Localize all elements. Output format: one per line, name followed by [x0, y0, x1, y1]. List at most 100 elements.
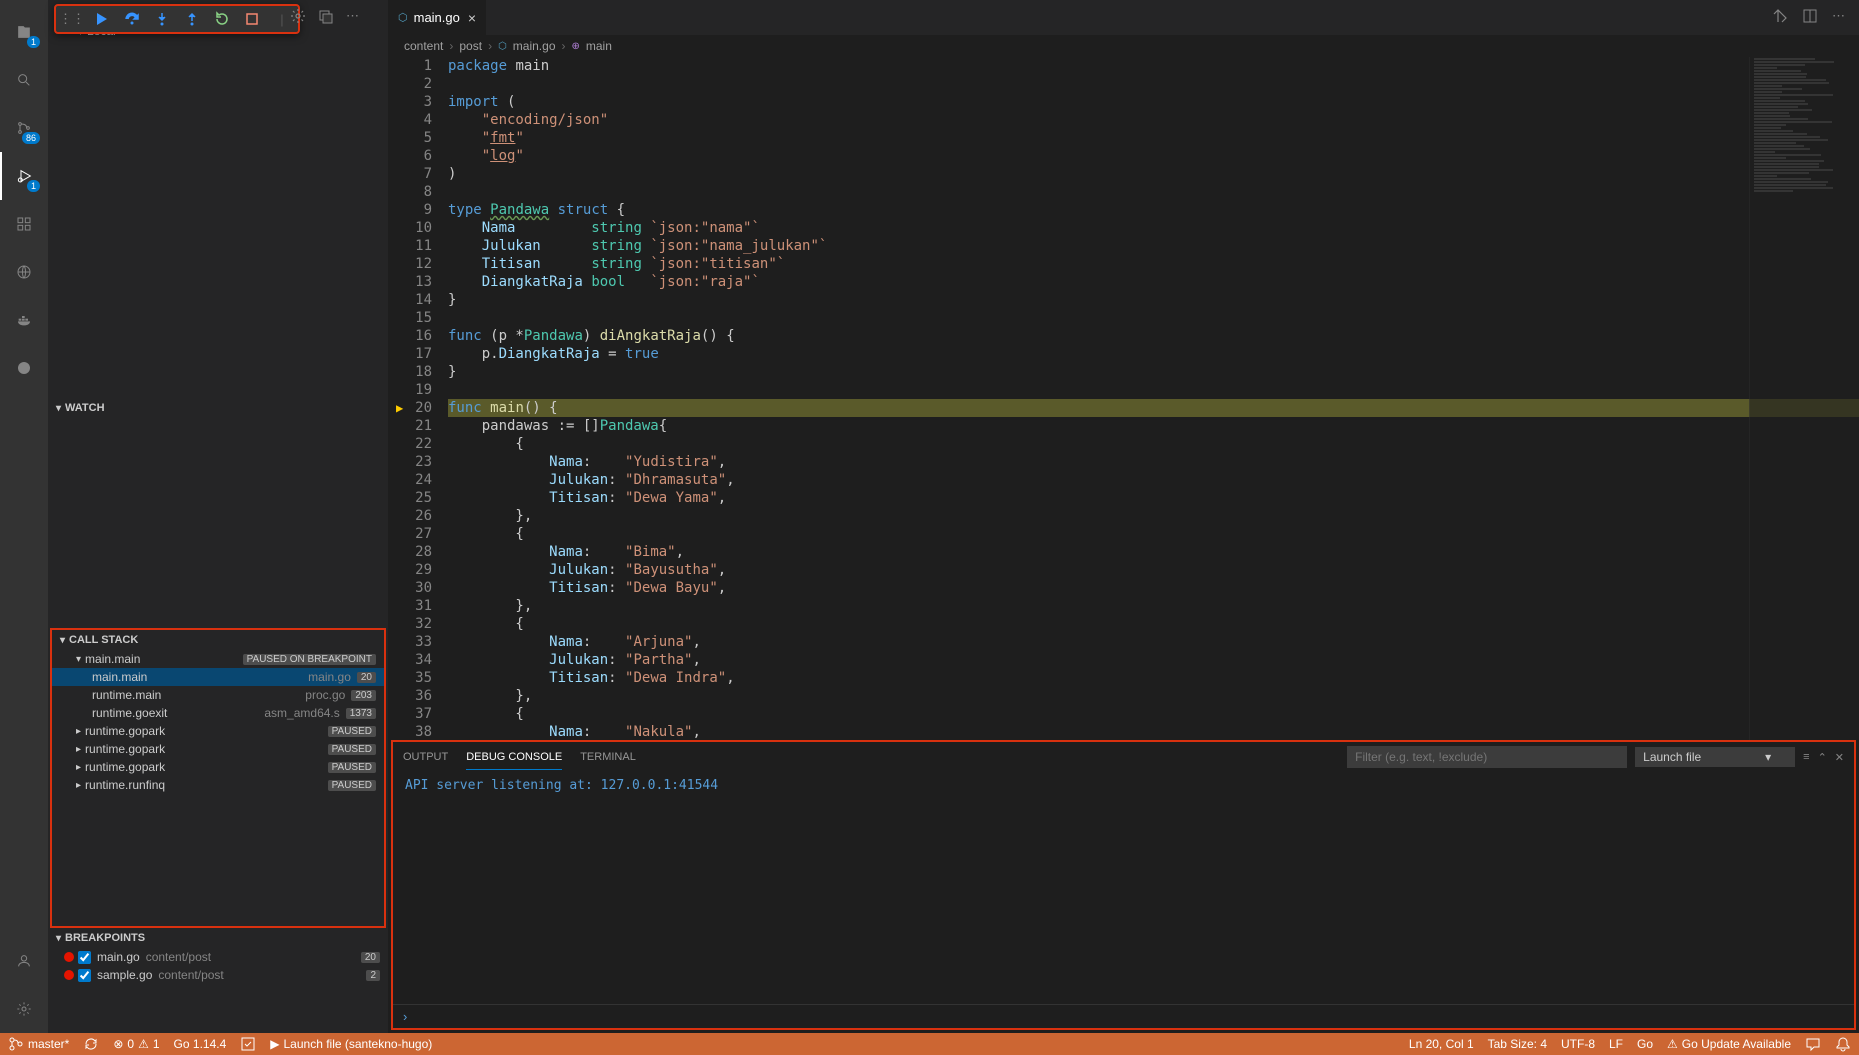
tab-debug-console[interactable]: DEBUG CONSOLE [466, 745, 562, 770]
callstack-frame[interactable]: runtime.goexitasm_amd64.s1373 [52, 704, 384, 722]
settings-icon[interactable] [0, 985, 48, 1033]
remote-icon[interactable] [0, 248, 48, 296]
code-line[interactable]: Titisan: "Dewa Bayu", [448, 579, 1859, 597]
code-line[interactable]: Titisan: "Dewa Indra", [448, 669, 1859, 687]
step-into-button[interactable] [152, 9, 172, 29]
code-line[interactable]: Nama: "Yudistira", [448, 453, 1859, 471]
code-line[interactable]: ) [448, 165, 1859, 183]
code-line[interactable] [448, 309, 1859, 327]
code-line[interactable]: "fmt" [448, 129, 1859, 147]
code-line[interactable]: Julukan string `json:"nama_julukan"` [448, 237, 1859, 255]
callstack-frame[interactable]: runtime.mainproc.go203 [52, 686, 384, 704]
breadcrumb-content[interactable]: content [404, 39, 443, 53]
panel-maximize-icon[interactable]: ⌃ [1818, 751, 1827, 764]
stop-button[interactable] [242, 9, 262, 29]
minimap[interactable] [1749, 57, 1859, 740]
step-over-button[interactable] [122, 9, 142, 29]
code-line[interactable]: } [448, 363, 1859, 381]
code-line[interactable] [448, 381, 1859, 399]
watch-section-header[interactable]: ▾WATCH [48, 398, 388, 418]
extensions-icon[interactable] [0, 200, 48, 248]
source-control-icon[interactable]: 86 [0, 104, 48, 152]
code-line[interactable]: Nama: "Nakula", [448, 723, 1859, 740]
callstack-thread[interactable]: ▾ main.main PAUSED ON BREAKPOINT [52, 650, 384, 668]
launch-select[interactable]: Launch file ▾ [1635, 747, 1795, 767]
code-line[interactable]: }, [448, 507, 1859, 525]
code-line[interactable]: Nama: "Bima", [448, 543, 1859, 561]
breadcrumb-file[interactable]: main.go [513, 39, 556, 53]
code-line[interactable] [448, 75, 1859, 93]
docker-icon[interactable] [0, 296, 48, 344]
code-line[interactable]: "log" [448, 147, 1859, 165]
feedback-icon[interactable] [1805, 1036, 1821, 1052]
language-status[interactable]: Go [1637, 1036, 1653, 1052]
code-line[interactable]: func (p *Pandawa) diAngkatRaja() { [448, 327, 1859, 345]
code-line[interactable]: func main() { [448, 399, 1859, 417]
split-editor-icon[interactable] [1802, 8, 1818, 27]
breakpoint-checkbox[interactable] [78, 969, 91, 982]
debug-icon[interactable]: 1 [0, 152, 48, 200]
callstack-thread-collapsed[interactable]: ▸runtime.goparkPAUSED [52, 758, 384, 776]
panel-close-icon[interactable]: ✕ [1835, 751, 1844, 764]
debug-console-input[interactable]: › [393, 1004, 1854, 1028]
panel-filter-icon[interactable]: ≡ [1803, 751, 1809, 763]
code-line[interactable]: }, [448, 687, 1859, 705]
account-icon[interactable] [0, 937, 48, 985]
code-line[interactable]: { [448, 435, 1859, 453]
code-line[interactable]: Titisan: "Dewa Yama", [448, 489, 1859, 507]
problems-status[interactable]: ⊗ 0 ⚠ 1 [113, 1037, 159, 1051]
breadcrumb-post[interactable]: post [459, 39, 482, 53]
continue-button[interactable] [92, 9, 112, 29]
filter-input[interactable] [1347, 746, 1627, 768]
spotify-icon[interactable] [0, 344, 48, 392]
code-line[interactable]: { [448, 615, 1859, 633]
eol-status[interactable]: LF [1609, 1036, 1623, 1052]
tab-output[interactable]: OUTPUT [403, 745, 448, 769]
code-line[interactable]: p.DiangkatRaja = true [448, 345, 1859, 363]
code-line[interactable]: package main [448, 57, 1859, 75]
sync-status[interactable] [83, 1036, 99, 1052]
code-line[interactable]: DiangkatRaja bool `json:"raja"` [448, 273, 1859, 291]
more-actions-icon[interactable]: ⋯ [1832, 8, 1845, 27]
encoding-status[interactable]: UTF-8 [1561, 1036, 1595, 1052]
search-icon[interactable] [0, 56, 48, 104]
code-line[interactable]: { [448, 525, 1859, 543]
callstack-frame[interactable]: main.mainmain.go20 [52, 668, 384, 686]
code-line[interactable]: Julukan: "Dhramasuta", [448, 471, 1859, 489]
step-out-button[interactable] [182, 9, 202, 29]
callstack-section-header[interactable]: ▾CALL STACK [52, 630, 384, 650]
code-editor[interactable]: 12345678910111213141516171819▶2021222324… [388, 57, 1859, 740]
code-line[interactable] [448, 183, 1859, 201]
tab-terminal[interactable]: TERMINAL [580, 745, 636, 769]
notifications-icon[interactable] [1835, 1036, 1851, 1052]
toolbar-grip-icon[interactable]: ⋮⋮ [62, 9, 82, 29]
more-icon[interactable]: ⋯ [346, 8, 359, 27]
tab-size-status[interactable]: Tab Size: 4 [1488, 1036, 1547, 1052]
code-line[interactable]: type Pandawa struct { [448, 201, 1859, 219]
code-line[interactable]: Nama: "Arjuna", [448, 633, 1859, 651]
code-line[interactable]: Julukan: "Bayusutha", [448, 561, 1859, 579]
callstack-thread-collapsed[interactable]: ▸runtime.goparkPAUSED [52, 722, 384, 740]
code-line[interactable]: } [448, 291, 1859, 309]
callstack-thread-collapsed[interactable]: ▸runtime.runfinqPAUSED [52, 776, 384, 794]
analysis-icon[interactable] [240, 1036, 256, 1052]
debug-config-status[interactable]: ▶ Launch file (santekno-hugo) [270, 1037, 432, 1051]
breakpoint-row[interactable]: sample.gocontent/post2 [48, 966, 388, 984]
breadcrumb-func[interactable]: main [586, 39, 612, 53]
code-line[interactable]: "encoding/json" [448, 111, 1859, 129]
breakpoint-checkbox[interactable] [78, 951, 91, 964]
go-update-status[interactable]: ⚠ Go Update Available [1667, 1036, 1791, 1052]
breadcrumb[interactable]: content› post› ⬡main.go› ⊕main [388, 35, 1859, 57]
callstack-thread-collapsed[interactable]: ▸runtime.goparkPAUSED [52, 740, 384, 758]
breakpoint-row[interactable]: main.gocontent/post20 [48, 948, 388, 966]
code-line[interactable]: Julukan: "Partha", [448, 651, 1859, 669]
code-line[interactable]: import ( [448, 93, 1859, 111]
code-line[interactable]: Titisan string `json:"titisan"` [448, 255, 1859, 273]
explorer-icon[interactable]: 1 [0, 8, 48, 56]
go-version-status[interactable]: Go 1.14.4 [174, 1037, 227, 1051]
code-line[interactable]: { [448, 705, 1859, 723]
restart-button[interactable] [212, 9, 232, 29]
cursor-position[interactable]: Ln 20, Col 1 [1409, 1036, 1474, 1052]
code-line[interactable]: pandawas := []Pandawa{ [448, 417, 1859, 435]
debug-toolbar[interactable]: ⋮⋮ | [54, 4, 300, 34]
